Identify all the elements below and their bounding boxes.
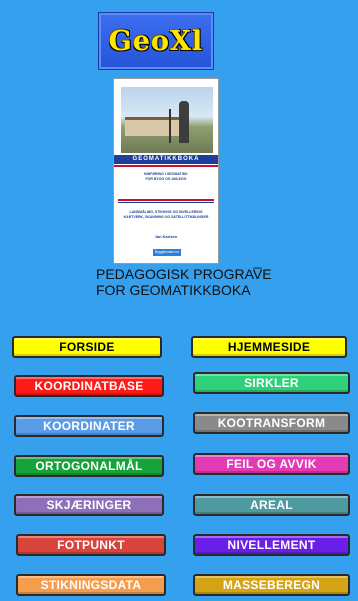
book-title: GEOMATIKKBOKA (114, 155, 218, 164)
book-author: Jan Karlsen (154, 234, 178, 239)
book-subtitle-2: FOR BYGG OG ANLEGG (145, 177, 187, 181)
nivellement-button[interactable]: NIVELLEMENT (193, 534, 350, 556)
book-subtitle-4: KARTVERK, SKANNING OG SATELLITTMÅLINGER (123, 215, 209, 219)
forside-button[interactable]: FORSIDE (12, 336, 162, 358)
ortogonalmal-button[interactable]: ORTOGONALMÅL (14, 455, 164, 477)
stikningsdata-button[interactable]: STIKNINGSDATA (16, 574, 166, 596)
tagline: PEDAGOGISK PROGRAV̅E FOR GEOMATIKKBOKA (96, 266, 316, 298)
fotpunkt-button[interactable]: FOTPUNKT (16, 534, 166, 556)
kootransform-button[interactable]: KOOTRANSFORM (193, 412, 350, 434)
book-subtitle-1: INNFØRING I GEOMATIKK (144, 172, 188, 176)
hjemmeside-button[interactable]: HJEMMESIDE (191, 336, 347, 358)
koordinatbase-button[interactable]: KOORDINATBASE (14, 375, 164, 397)
tagline-line-2: FOR GEOMATIKKBOKA (96, 282, 251, 298)
areal-button[interactable]: AREAL (193, 494, 350, 516)
cover-photo (121, 87, 213, 153)
tagline-line-1: PEDAGOGISK PROGRAV̅E (96, 266, 272, 282)
geoxl-logo: GeoXl (98, 12, 214, 70)
masseberegn-button[interactable]: MASSEBEREGN (193, 574, 350, 596)
feil-og-avvik-button[interactable]: FEIL OG AVVIK (193, 453, 350, 475)
sirkler-button[interactable]: SIRKLER (193, 372, 350, 394)
book-cover-image: GEOMATIKKBOKA INNFØRING I GEOMATIKK FOR … (113, 78, 219, 264)
book-publisher: Byggkunden.no (153, 249, 181, 256)
logo-text: GeoXl (108, 25, 204, 57)
book-subtitle-3: LANDMÅLING, STIKKING OG NIVELLERING (129, 210, 203, 214)
koordinater-button[interactable]: KOORDINATER (14, 415, 164, 437)
skjaeringer-button[interactable]: SKJÆRINGER (14, 494, 164, 516)
